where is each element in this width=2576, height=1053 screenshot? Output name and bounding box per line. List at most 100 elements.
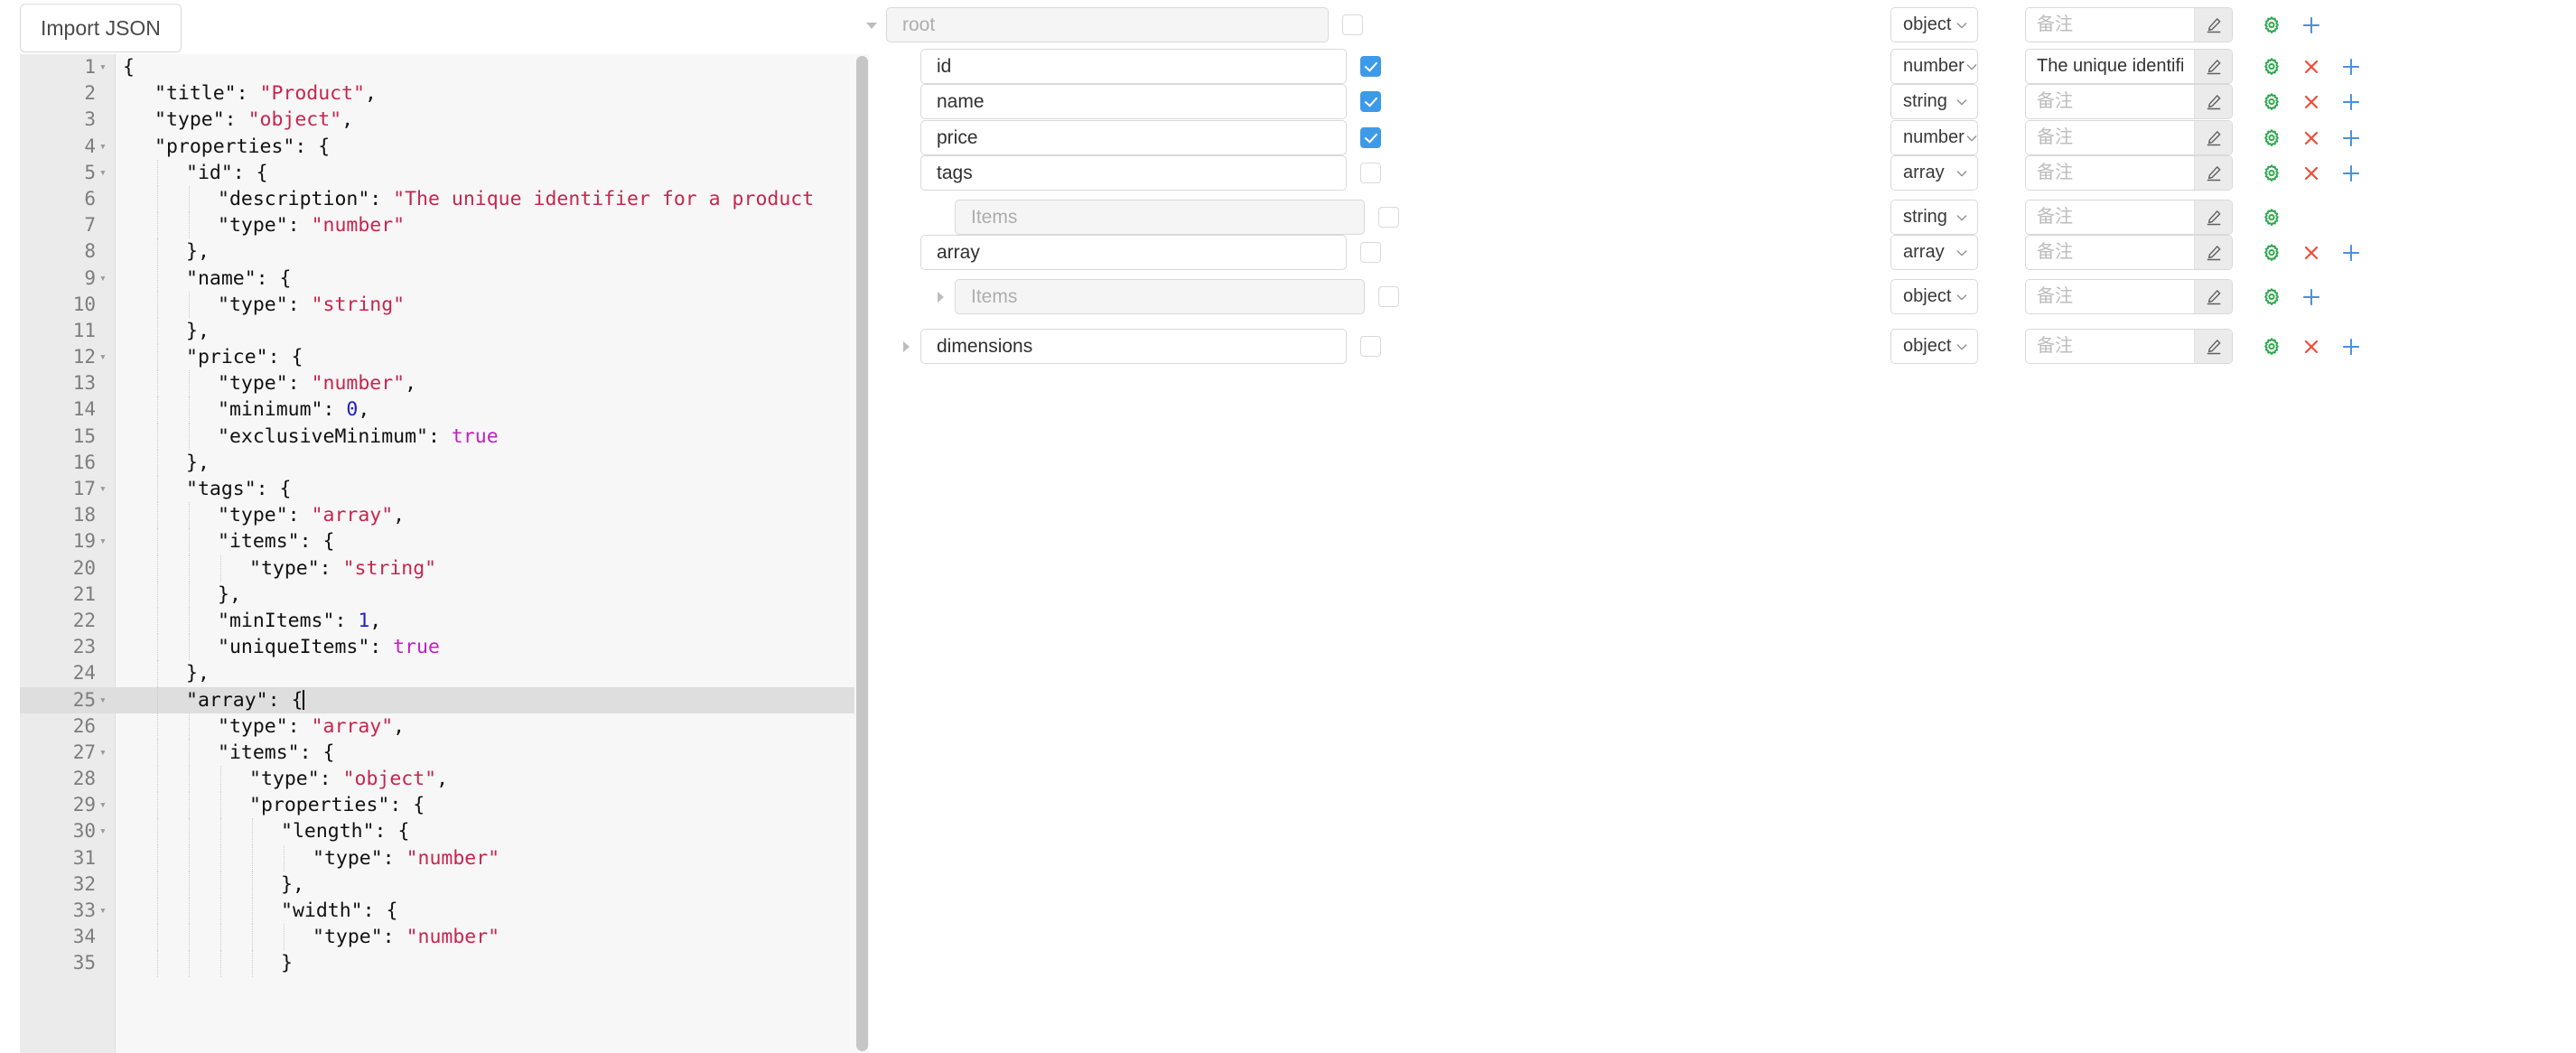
type-select[interactable]: string <box>1890 200 1978 235</box>
gear-icon[interactable] <box>2260 241 2283 265</box>
json-code-editor[interactable]: 1▾{2"title": "Product",3"type": "object"… <box>20 54 869 1053</box>
property-name-input[interactable] <box>920 329 1347 364</box>
description-input[interactable] <box>2026 156 2194 190</box>
indent-guide <box>157 370 158 396</box>
plus-icon[interactable] <box>2300 14 2323 37</box>
fold-toggle-icon[interactable]: ▾ <box>99 528 112 554</box>
close-icon[interactable] <box>2300 335 2323 359</box>
code-text: "name": { <box>186 266 292 292</box>
plus-icon[interactable] <box>2339 55 2363 79</box>
plus-icon[interactable] <box>2339 126 2363 150</box>
type-select[interactable]: number <box>1890 49 1978 84</box>
schema-row: number <box>869 120 2576 155</box>
editor-scrollbar-thumb[interactable] <box>856 56 868 1051</box>
required-checkbox[interactable] <box>1360 127 1381 148</box>
indent-guide <box>157 766 158 792</box>
plus-icon[interactable] <box>2339 162 2363 185</box>
code-line: 15"exclusiveMinimum": true <box>20 424 869 450</box>
gear-icon[interactable] <box>2260 206 2283 229</box>
fold-toggle-icon[interactable]: ▾ <box>99 344 112 370</box>
code-line-highlight <box>20 134 869 160</box>
fold-toggle-icon[interactable]: ▾ <box>99 160 112 186</box>
property-name-input[interactable] <box>920 235 1347 270</box>
description-input[interactable] <box>2026 121 2194 154</box>
close-icon[interactable] <box>2300 126 2323 150</box>
fold-toggle-icon[interactable]: ▾ <box>99 818 112 844</box>
edit-pencil-icon[interactable] <box>2194 85 2232 118</box>
indent-guide <box>157 528 158 554</box>
close-icon[interactable] <box>2300 241 2323 265</box>
schema-row: object <box>869 329 2576 364</box>
indent-guide <box>220 792 221 818</box>
indent-guide <box>157 871 158 898</box>
import-json-button[interactable]: Import JSON <box>20 4 182 52</box>
property-name-input[interactable] <box>920 155 1347 191</box>
plus-icon[interactable] <box>2339 335 2363 359</box>
close-icon[interactable] <box>2300 162 2323 185</box>
required-checkbox[interactable] <box>1360 56 1381 77</box>
edit-pencil-icon[interactable] <box>2194 50 2232 83</box>
edit-pencil-icon[interactable] <box>2194 200 2232 234</box>
token-string: "number" <box>406 926 500 948</box>
property-name-input[interactable] <box>920 49 1347 84</box>
plus-icon[interactable] <box>2339 241 2363 265</box>
gear-icon[interactable] <box>2260 90 2283 114</box>
property-name-input[interactable] <box>920 84 1347 119</box>
required-checkbox[interactable] <box>1360 163 1381 183</box>
required-checkbox[interactable] <box>1378 286 1399 307</box>
code-text: "length": { <box>281 818 409 844</box>
edit-pencil-icon[interactable] <box>2194 280 2232 313</box>
close-icon[interactable] <box>2300 55 2323 79</box>
expand-caret-icon[interactable] <box>897 338 915 356</box>
plus-icon[interactable] <box>2339 90 2363 114</box>
token-string: "object" <box>343 768 437 790</box>
fold-toggle-icon[interactable]: ▾ <box>99 898 112 924</box>
token-string: "number" <box>312 372 406 395</box>
type-select[interactable]: array <box>1890 155 1978 191</box>
code-line: 8}, <box>20 238 869 265</box>
description-input[interactable] <box>2026 85 2194 118</box>
edit-pencil-icon[interactable] <box>2194 330 2232 363</box>
fold-toggle-icon[interactable]: ▾ <box>99 54 112 80</box>
required-checkbox[interactable] <box>1378 207 1399 228</box>
type-select[interactable]: array <box>1890 235 1978 270</box>
required-checkbox[interactable] <box>1342 14 1363 35</box>
edit-pencil-icon[interactable] <box>2194 121 2232 154</box>
property-name-input[interactable] <box>920 120 1347 155</box>
type-select[interactable]: object <box>1890 279 1978 314</box>
fold-toggle-icon[interactable]: ▾ <box>99 687 112 713</box>
gear-icon[interactable] <box>2260 55 2283 79</box>
gear-icon[interactable] <box>2260 285 2283 309</box>
description-input[interactable] <box>2026 330 2194 363</box>
chevron-down-icon <box>1954 246 1970 260</box>
edit-pencil-icon[interactable] <box>2194 236 2232 269</box>
required-checkbox[interactable] <box>1360 91 1381 112</box>
description-input[interactable] <box>2026 50 2194 83</box>
gear-icon[interactable] <box>2260 126 2283 150</box>
type-select[interactable]: object <box>1890 329 1978 364</box>
description-input[interactable] <box>2026 200 2194 234</box>
type-select[interactable]: number <box>1890 120 1978 155</box>
fold-toggle-icon[interactable]: ▾ <box>99 792 112 818</box>
expand-caret-icon[interactable] <box>931 288 949 306</box>
indent-guide <box>252 898 253 924</box>
edit-pencil-icon[interactable] <box>2194 8 2232 42</box>
description-input[interactable] <box>2026 236 2194 269</box>
type-select[interactable]: string <box>1890 84 1978 119</box>
type-select[interactable]: object <box>1890 7 1978 42</box>
gear-icon[interactable] <box>2260 14 2283 37</box>
fold-toggle-icon[interactable]: ▾ <box>99 266 112 292</box>
fold-toggle-icon[interactable]: ▾ <box>99 740 112 766</box>
collapse-caret-icon[interactable] <box>863 16 881 34</box>
required-checkbox[interactable] <box>1360 242 1381 263</box>
edit-pencil-icon[interactable] <box>2194 156 2232 190</box>
description-input[interactable] <box>2026 280 2194 313</box>
plus-icon[interactable] <box>2300 285 2323 309</box>
close-icon[interactable] <box>2300 90 2323 114</box>
gear-icon[interactable] <box>2260 162 2283 185</box>
gear-icon[interactable] <box>2260 335 2283 359</box>
required-checkbox[interactable] <box>1360 336 1381 357</box>
fold-toggle-icon[interactable]: ▾ <box>99 134 112 160</box>
description-input[interactable] <box>2026 8 2194 42</box>
fold-toggle-icon[interactable]: ▾ <box>99 476 112 502</box>
